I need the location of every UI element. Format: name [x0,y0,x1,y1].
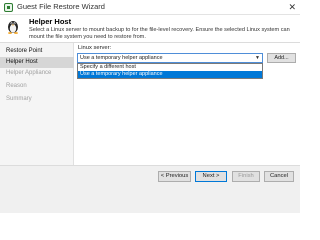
chevron-down-icon[interactable]: ▼ [255,55,260,61]
previous-button[interactable]: < Previous [158,171,191,182]
next-button[interactable]: Next > [195,171,227,182]
step-restore-point[interactable]: Restore Point [0,46,74,57]
finish-button[interactable]: Finish [232,171,260,182]
wizard-content: Linux server: Use a temporary helper app… [75,43,300,165]
linux-penguin-icon [8,21,18,34]
window-title: Guest File Restore Wizard [17,2,105,11]
step-helper-appliance: Helper Appliance [6,70,52,76]
linux-server-value: Use a temporary helper appliance [80,55,163,61]
wizard-app-icon [4,3,13,12]
wizard-steps: Restore Point Helper Host Helper Applian… [0,43,74,165]
step-helper-host[interactable]: Helper Host [0,57,74,68]
add-server-button[interactable]: Add... [267,53,296,63]
page-title: Helper Host [29,17,72,26]
cancel-button[interactable]: Cancel [264,171,294,182]
page-description: Select a Linux server to mount backup to… [29,27,290,40]
option-specify-different-host[interactable]: Specify a different host [78,64,262,71]
linux-server-label: Linux server: [78,45,112,51]
option-temporary-helper-appliance[interactable]: Use a temporary helper appliance [78,71,262,78]
title-bar: Guest File Restore Wizard ✕ [0,0,300,15]
step-reason: Reason [6,83,27,89]
wizard-header: Helper Host Select a Linux server to mou… [0,15,300,43]
close-icon[interactable]: ✕ [288,1,296,13]
linux-server-select[interactable]: Use a temporary helper appliance ▼ [77,53,263,63]
step-summary: Summary [6,96,32,102]
wizard-footer: < Previous Next > Finish Cancel [0,165,300,213]
linux-server-dropdown-list: Specify a different host Use a temporary… [77,63,263,79]
